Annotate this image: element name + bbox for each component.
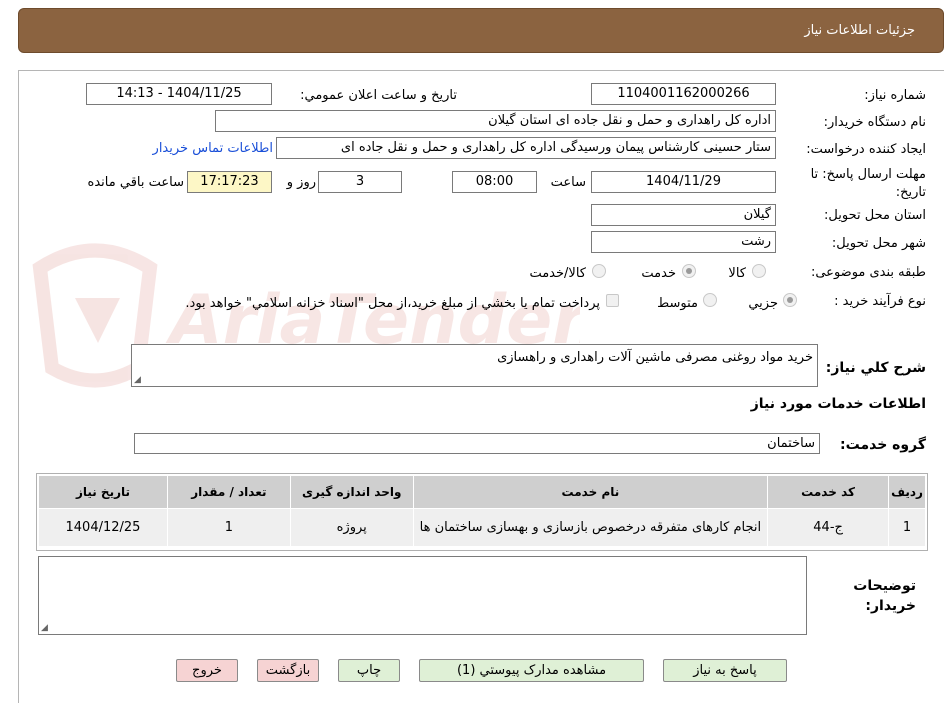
view-attachments-button[interactable]: مشاهده مدارک پيوستي (1) — [419, 659, 644, 682]
days-remaining-field[interactable]: 3 — [318, 171, 402, 193]
category-option-goods-service: کالا/خدمت — [529, 266, 586, 281]
treasury-payment-note: پرداخت تمام يا بخشي از مبلغ خريد،از محل … — [185, 296, 600, 311]
cell-unit: پروژه — [289, 508, 414, 547]
deadline-time-label: ساعت — [550, 175, 586, 190]
remaining-time-field: 17:17:23 — [187, 171, 272, 193]
need-number-field[interactable]: 1104001162000266 — [591, 83, 776, 105]
city-label: شهر محل تحويل: — [831, 236, 926, 251]
process-radio-medium[interactable] — [703, 293, 717, 307]
treasury-payment-checkbox[interactable] — [606, 294, 619, 307]
exit-button[interactable]: خروج — [176, 659, 238, 682]
buyer-notes-label: توضيحات خريدار: — [853, 578, 916, 614]
description-text: خرید مواد روغنی مصرفی ماشین آلات راهداری… — [497, 350, 813, 365]
buyer-contact-link[interactable]: اطلاعات تماس خريدار — [138, 141, 273, 156]
col-header-service-name: نام خدمت — [412, 475, 769, 509]
table-row[interactable]: 1 ج-44 انجام کارهای متفرقه درخصوص بازساز… — [38, 508, 926, 547]
cell-service-code: ج-44 — [767, 508, 890, 547]
col-header-row-number: رديف — [888, 475, 926, 509]
resize-grip-icon[interactable]: ◢ — [41, 623, 48, 633]
description-label: شرح كلي نياز: — [825, 360, 926, 376]
deadline-date-field[interactable]: 1404/11/29 — [591, 171, 776, 193]
page-title: جزئیات اطلاعات نیاز — [804, 23, 915, 38]
province-label: استان محل تحويل: — [824, 208, 926, 223]
deadline-label: مهلت ارسال پاسخ: تا تاريخ: — [810, 167, 926, 200]
print-button[interactable]: چاپ — [338, 659, 400, 682]
requester-field[interactable]: ستار حسینی کارشناس پیمان ورسیدگی اداره ک… — [276, 137, 776, 159]
announce-date-label: تاریخ و ساعت اعلان عمومي: — [300, 88, 457, 103]
requester-label: ايجاد کننده درخواست: — [806, 142, 926, 157]
process-option-minor: جزيي — [748, 296, 778, 311]
description-textarea[interactable]: خرید مواد روغنی مصرفی ماشین آلات راهداری… — [131, 344, 818, 387]
category-option-service: خدمت — [641, 266, 676, 281]
services-table: رديف کد خدمت نام خدمت واحد اندازه گيری ت… — [38, 475, 926, 547]
remaining-time-label: ساعت باقي مانده — [87, 175, 184, 190]
buyer-notes-textarea[interactable]: ◢ — [38, 556, 807, 635]
days-label: روز و — [286, 175, 316, 190]
page-header: جزئیات اطلاعات نیاز — [18, 8, 944, 53]
col-header-unit: واحد اندازه گيری — [289, 475, 414, 509]
category-radio-goods-service[interactable] — [592, 264, 606, 278]
col-header-service-code: کد خدمت — [767, 475, 890, 509]
province-field[interactable]: گیلان — [591, 204, 776, 226]
category-label: طبقه بندی موضوعی: — [810, 265, 926, 280]
cell-quantity: 1 — [166, 508, 291, 547]
service-group-field[interactable]: ساختمان — [134, 433, 820, 454]
city-field[interactable]: رشت — [591, 231, 776, 253]
need-number-label: شماره نیاز: — [864, 88, 926, 103]
resize-grip-icon[interactable]: ◢ — [134, 375, 141, 385]
deadline-time-field[interactable]: 08:00 — [452, 171, 537, 193]
col-header-quantity: تعداد / مقدار — [166, 475, 291, 509]
col-header-need-date: تاريخ نياز — [38, 475, 168, 509]
buyer-org-field[interactable]: اداره کل راهداری و حمل و نقل جاده ای است… — [215, 110, 776, 132]
process-radio-minor[interactable] — [783, 293, 797, 307]
buyer-org-label: نام دستگاه خريدار: — [823, 115, 926, 130]
category-radio-goods[interactable] — [752, 264, 766, 278]
cell-service-name: انجام کارهای متفرقه درخصوص بازسازی و بهس… — [412, 508, 769, 547]
service-group-label: گروه خدمت: — [840, 437, 926, 453]
category-radio-service[interactable] — [682, 264, 696, 278]
category-option-goods: کالا — [728, 266, 746, 281]
process-option-medium: متوسط — [657, 296, 698, 311]
back-button[interactable]: بازگشت — [257, 659, 319, 682]
process-label: نوع فرآيند خريد : — [834, 294, 926, 309]
reply-button[interactable]: پاسخ به نياز — [663, 659, 787, 682]
table-header-row: رديف کد خدمت نام خدمت واحد اندازه گيری ت… — [38, 475, 926, 509]
cell-need-date: 1404/12/25 — [38, 508, 168, 547]
services-section-title: اطلاعات خدمات مورد نياز — [750, 396, 926, 412]
cell-row-number: 1 — [888, 508, 926, 547]
announce-date-field[interactable]: 1404/11/25 - 14:13 — [86, 83, 272, 105]
